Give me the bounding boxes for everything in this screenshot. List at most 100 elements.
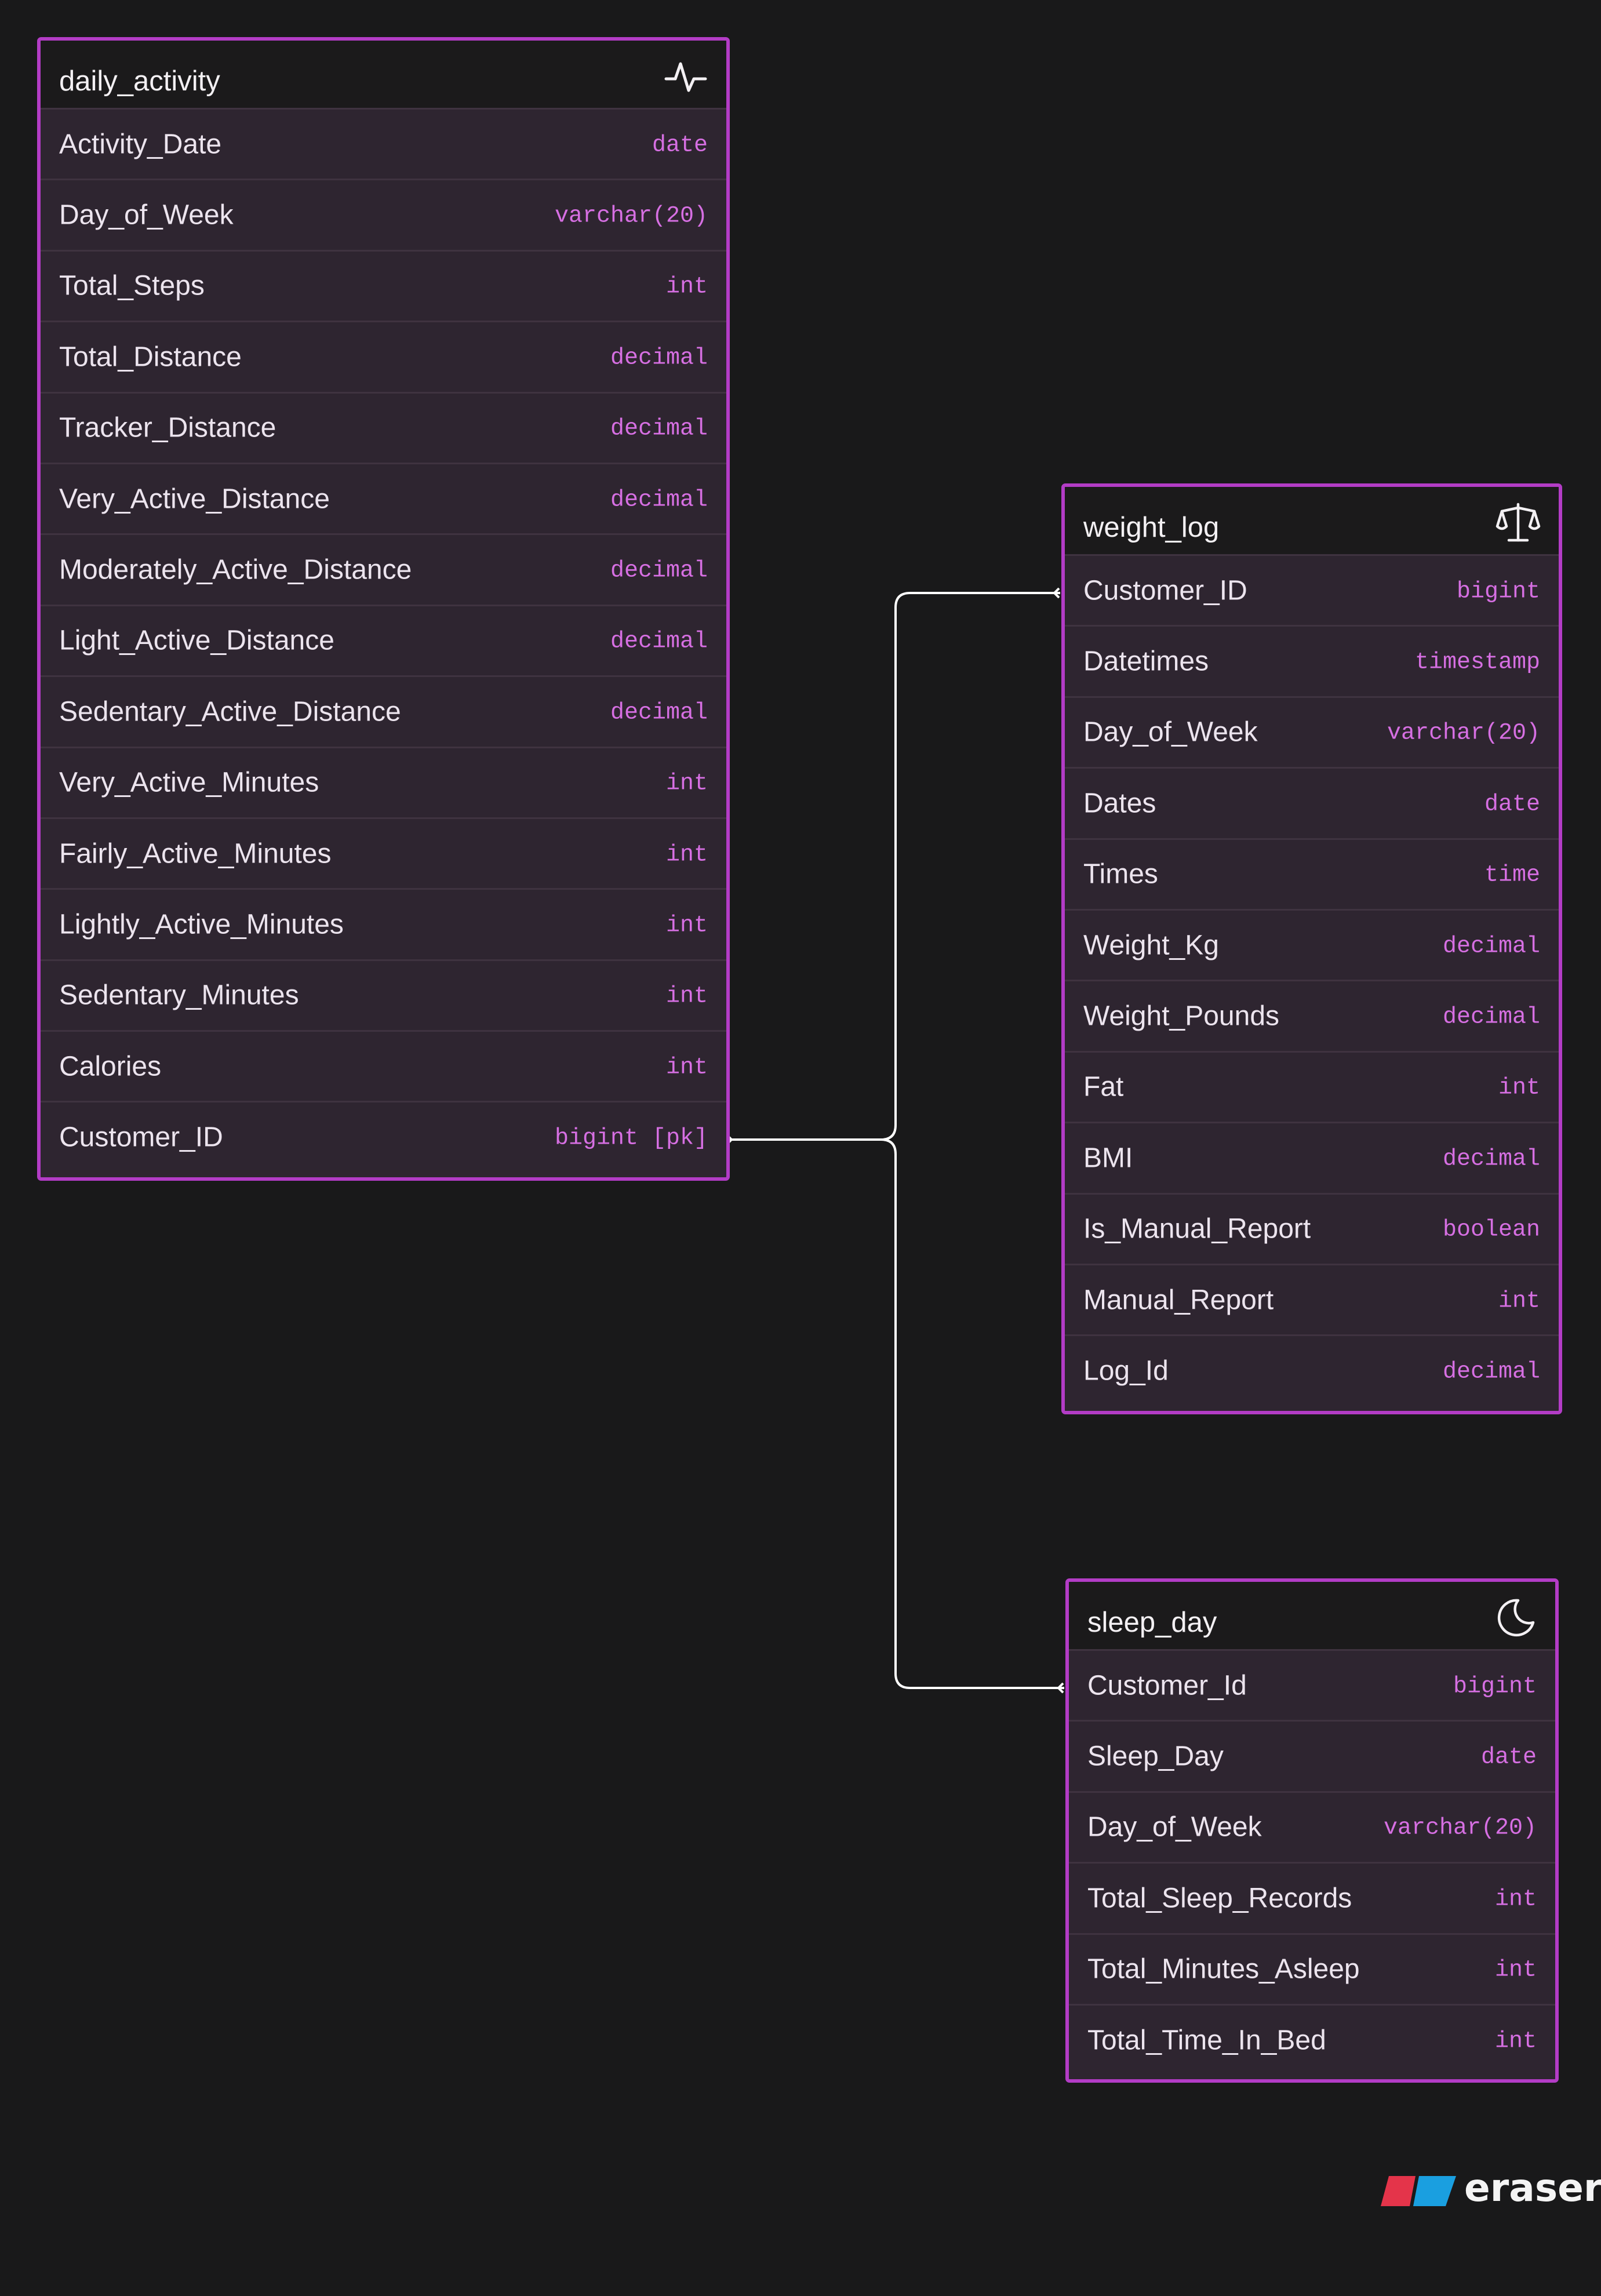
field-name: Total_Sleep_Records — [1087, 1883, 1352, 1914]
field-name: Calories — [59, 1051, 162, 1082]
field-name: Lightly_Active_Minutes — [59, 909, 344, 940]
relationship-line-daily-activity-sleep-day — [880, 1138, 1064, 1689]
field-row-is-manual-report[interactable]: Is_Manual_Report boolean — [1065, 1192, 1559, 1264]
field-row-fairly-active-minutes[interactable]: Fairly_Active_Minutes int — [41, 817, 726, 889]
field-row-dates[interactable]: Dates date — [1065, 767, 1559, 838]
field-type: date — [652, 132, 708, 158]
field-row-fat[interactable]: Fat int — [1065, 1050, 1559, 1122]
field-row-customer-id[interactable]: Customer_Id bigint — [1069, 1649, 1555, 1720]
field-row-total-time-in-bed[interactable]: Total_Time_In_Bed int — [1069, 2003, 1555, 2075]
field-row-tracker-distance[interactable]: Tracker_Distance decimal — [41, 391, 726, 463]
field-row-day-of-week[interactable]: Day_of_Week varchar(20) — [41, 179, 726, 250]
field-row-datetimes[interactable]: Datetimes timestamp — [1065, 625, 1559, 696]
field-row-times[interactable]: Times time — [1065, 838, 1559, 909]
field-row-customer-id[interactable]: Customer_ID bigint [pk] — [41, 1101, 726, 1172]
field-name: Day_of_Week — [59, 199, 234, 231]
field-row-sedentary-minutes[interactable]: Sedentary_Minutes int — [41, 959, 726, 1031]
field-name: Fat — [1083, 1071, 1124, 1102]
field-row-lightly-active-minutes[interactable]: Lightly_Active_Minutes int — [41, 888, 726, 959]
field-name: Total_Time_In_Bed — [1087, 2025, 1326, 2056]
moon-icon — [1491, 1595, 1538, 1641]
field-type: decimal — [1442, 1146, 1540, 1173]
field-name: Datetimes — [1083, 646, 1209, 677]
field-type: date — [1480, 1744, 1537, 1771]
field-name: Fairly_Active_Minutes — [59, 838, 332, 869]
field-row-weight-kg[interactable]: Weight_Kg decimal — [1065, 908, 1559, 980]
field-name: Tracker_Distance — [59, 412, 276, 443]
field-type: decimal — [1442, 1004, 1540, 1031]
field-name: Customer_ID — [1083, 575, 1247, 606]
eraser-logo-icon — [1381, 2176, 1456, 2206]
field-type: int — [665, 274, 708, 300]
field-type: boolean — [1442, 1217, 1540, 1243]
field-type: varchar(20) — [554, 203, 708, 230]
table-header[interactable]: sleep_day — [1069, 1582, 1555, 1649]
field-type: decimal — [610, 700, 708, 726]
field-type: int — [665, 912, 708, 939]
table-title: weight_log — [1083, 512, 1220, 543]
field-name: Manual_Report — [1083, 1285, 1274, 1316]
scale-icon — [1495, 500, 1541, 546]
table-daily-activity[interactable]: daily_activity Activity_Date date Day_of_… — [37, 37, 730, 1181]
field-type: decimal — [1442, 933, 1540, 959]
field-type: decimal — [610, 345, 708, 372]
field-row-moderately-active-distance[interactable]: Moderately_Active_Distance decimal — [41, 533, 726, 605]
field-name: Sleep_Day — [1087, 1741, 1224, 1772]
field-row-total-distance[interactable]: Total_Distance decimal — [41, 321, 726, 392]
field-name: Very_Active_Distance — [59, 483, 330, 515]
field-row-calories[interactable]: Calories int — [41, 1030, 726, 1101]
field-row-activity-date[interactable]: Activity_Date date — [41, 108, 726, 179]
table-title: daily_activity — [59, 66, 220, 97]
field-name: BMI — [1083, 1142, 1133, 1174]
field-name: Weight_Pounds — [1083, 1000, 1280, 1032]
field-name: Total_Distance — [59, 341, 242, 373]
field-row-day-of-week[interactable]: Day_of_Week varchar(20) — [1069, 1791, 1555, 1862]
field-name: Total_Steps — [59, 270, 205, 301]
field-name: Weight_Kg — [1083, 930, 1219, 961]
field-type: int — [1498, 1287, 1540, 1314]
field-row-sedentary-active-distance[interactable]: Sedentary_Active_Distance decimal — [41, 675, 726, 747]
table-header[interactable]: weight_log — [1065, 487, 1559, 554]
field-type: date — [1484, 791, 1540, 818]
field-name: Sedentary_Active_Distance — [59, 696, 401, 727]
table-sleep-day[interactable]: sleep_day Customer_Id bigint Sleep_Day dat… — [1065, 1578, 1559, 2083]
field-row-bmi[interactable]: BMI decimal — [1065, 1122, 1559, 1193]
field-row-log-id[interactable]: Log_Id decimal — [1065, 1334, 1559, 1406]
field-type: int — [665, 770, 708, 797]
field-row-light-active-distance[interactable]: Light_Active_Distance decimal — [41, 604, 726, 676]
connector-end-sleep-day — [1057, 1682, 1064, 1694]
field-type: int — [1494, 2028, 1537, 2054]
field-name: Dates — [1083, 788, 1156, 819]
field-name: Very_Active_Minutes — [59, 767, 319, 798]
field-type: timestamp — [1414, 649, 1540, 676]
field-type: decimal — [1442, 1359, 1540, 1385]
field-row-day-of-week[interactable]: Day_of_Week varchar(20) — [1065, 696, 1559, 767]
field-type: int — [1494, 1957, 1537, 1984]
table-header[interactable]: daily_activity — [41, 41, 726, 108]
field-row-sleep-day[interactable]: Sleep_Day date — [1069, 1720, 1555, 1791]
field-row-very-active-minutes[interactable]: Very_Active_Minutes int — [41, 746, 726, 817]
field-type: int — [1498, 1075, 1540, 1101]
field-type: int — [665, 1054, 708, 1081]
table-weight-log[interactable]: weight_log Customer_ID bigint Datetimes ti… — [1061, 483, 1562, 1414]
activity-pulse-icon — [663, 53, 709, 100]
field-row-total-steps[interactable]: Total_Steps int — [41, 249, 726, 321]
field-row-customer-id[interactable]: Customer_ID bigint — [1065, 554, 1559, 625]
field-name: Day_of_Week — [1083, 716, 1258, 748]
relationship-line-daily-activity-weight-log — [726, 592, 1060, 1141]
field-row-total-sleep-records[interactable]: Total_Sleep_Records int — [1069, 1862, 1555, 1933]
table-title: sleep_day — [1087, 1607, 1217, 1638]
field-row-manual-report[interactable]: Manual_Report int — [1065, 1263, 1559, 1335]
field-type: decimal — [610, 628, 708, 655]
field-name: Times — [1083, 858, 1158, 890]
field-row-very-active-distance[interactable]: Very_Active_Distance decimal — [41, 462, 726, 534]
diagram-canvas: daily_activity Activity_Date date Day_of_… — [0, 0, 1601, 2296]
field-type: decimal — [610, 558, 708, 584]
field-name: Activity_Date — [59, 129, 222, 160]
field-row-total-minutes-asleep[interactable]: Total_Minutes_Asleep int — [1069, 1933, 1555, 2004]
field-type: int — [665, 983, 708, 1010]
eraser-brand[interactable]: eraser — [1377, 2168, 1601, 2214]
field-name: Log_Id — [1083, 1355, 1169, 1387]
field-row-weight-pounds[interactable]: Weight_Pounds decimal — [1065, 980, 1559, 1051]
connector-end-weight-log — [1053, 587, 1060, 599]
